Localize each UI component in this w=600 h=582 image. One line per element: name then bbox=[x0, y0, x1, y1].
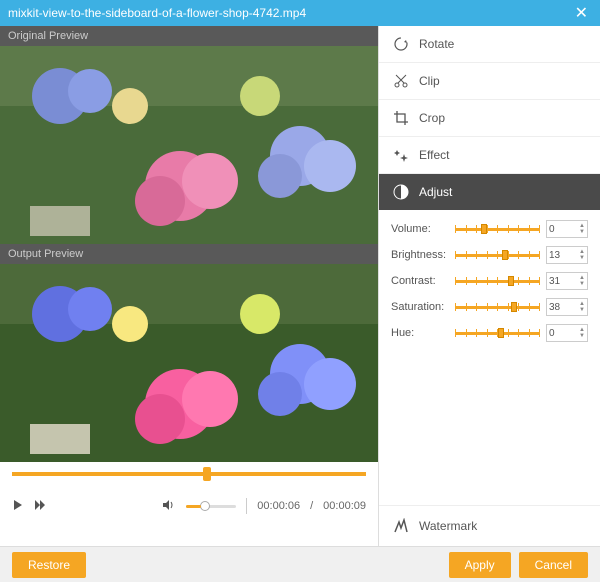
stepper-icon[interactable]: ▲▼ bbox=[579, 275, 585, 287]
stepper-icon[interactable]: ▲▼ bbox=[579, 301, 585, 313]
brightness-input[interactable]: 13▲▼ bbox=[546, 246, 588, 264]
tool-clip[interactable]: Clip bbox=[379, 63, 600, 100]
volume-label: Volume: bbox=[391, 223, 449, 235]
saturation-label: Saturation: bbox=[391, 301, 449, 313]
watermark-icon bbox=[393, 518, 409, 534]
output-preview-label: Output Preview bbox=[0, 244, 378, 264]
saturation-input[interactable]: 38▲▼ bbox=[546, 298, 588, 316]
output-preview bbox=[0, 264, 378, 462]
stepper-icon[interactable]: ▲▼ bbox=[579, 249, 585, 261]
original-preview bbox=[0, 46, 378, 244]
adjust-volume-row: Volume: 0▲▼ bbox=[391, 220, 588, 238]
tool-effect-label: Effect bbox=[419, 148, 449, 162]
window-title: mixkit-view-to-the-sideboard-of-a-flower… bbox=[8, 6, 571, 20]
volume-slider[interactable] bbox=[455, 222, 540, 236]
brightness-slider[interactable] bbox=[455, 248, 540, 262]
clip-icon bbox=[393, 73, 409, 89]
cancel-button[interactable]: Cancel bbox=[519, 552, 588, 578]
tool-effect[interactable]: Effect bbox=[379, 137, 600, 174]
timeline[interactable] bbox=[0, 462, 378, 486]
adjust-icon bbox=[393, 184, 409, 200]
tools-panel: Rotate Clip Crop Effect Adjust Volume: 0… bbox=[378, 26, 600, 546]
adjust-saturation-row: Saturation: 38▲▼ bbox=[391, 298, 588, 316]
tool-adjust-label: Adjust bbox=[419, 185, 452, 199]
tool-clip-label: Clip bbox=[419, 74, 440, 88]
rotate-icon bbox=[393, 36, 409, 52]
next-frame-icon[interactable] bbox=[34, 499, 46, 514]
original-preview-label: Original Preview bbox=[0, 26, 378, 46]
time-sep: / bbox=[310, 500, 313, 512]
volume-slider[interactable] bbox=[186, 505, 236, 508]
preview-panel: Original Preview Output Preview bbox=[0, 26, 378, 546]
time-current: 00:00:06 bbox=[257, 500, 300, 512]
volume-icon[interactable] bbox=[162, 499, 176, 514]
saturation-slider[interactable] bbox=[455, 300, 540, 314]
tool-crop-label: Crop bbox=[419, 111, 445, 125]
crop-icon bbox=[393, 110, 409, 126]
contrast-input[interactable]: 31▲▼ bbox=[546, 272, 588, 290]
apply-button[interactable]: Apply bbox=[449, 552, 511, 578]
hue-input[interactable]: 0▲▼ bbox=[546, 324, 588, 342]
play-icon[interactable] bbox=[12, 499, 24, 514]
tool-crop[interactable]: Crop bbox=[379, 100, 600, 137]
time-duration: 00:00:09 bbox=[323, 500, 366, 512]
contrast-slider[interactable] bbox=[455, 274, 540, 288]
adjust-hue-row: Hue: 0▲▼ bbox=[391, 324, 588, 342]
restore-button[interactable]: Restore bbox=[12, 552, 86, 578]
contrast-label: Contrast: bbox=[391, 275, 449, 287]
tool-watermark[interactable]: Watermark bbox=[379, 505, 600, 546]
tool-rotate-label: Rotate bbox=[419, 37, 454, 51]
brightness-label: Brightness: bbox=[391, 249, 449, 261]
adjust-brightness-row: Brightness: 13▲▼ bbox=[391, 246, 588, 264]
hue-slider[interactable] bbox=[455, 326, 540, 340]
tool-rotate[interactable]: Rotate bbox=[379, 26, 600, 63]
stepper-icon[interactable]: ▲▼ bbox=[579, 223, 585, 235]
hue-label: Hue: bbox=[391, 327, 449, 339]
titlebar: mixkit-view-to-the-sideboard-of-a-flower… bbox=[0, 0, 600, 26]
close-icon[interactable]: ✕ bbox=[571, 3, 592, 23]
volume-input[interactable]: 0▲▼ bbox=[546, 220, 588, 238]
adjust-panel: Volume: 0▲▼ Brightness: 13▲▼ Contrast: 3… bbox=[379, 210, 600, 352]
stepper-icon[interactable]: ▲▼ bbox=[579, 327, 585, 339]
divider bbox=[246, 498, 247, 514]
tool-adjust[interactable]: Adjust bbox=[379, 174, 600, 210]
footer: Restore Apply Cancel bbox=[0, 546, 600, 582]
adjust-contrast-row: Contrast: 31▲▼ bbox=[391, 272, 588, 290]
tool-watermark-label: Watermark bbox=[419, 519, 477, 533]
timeline-thumb[interactable] bbox=[203, 467, 211, 481]
playback-controls: 00:00:06 / 00:00:09 bbox=[0, 486, 378, 526]
effect-icon bbox=[393, 147, 409, 163]
